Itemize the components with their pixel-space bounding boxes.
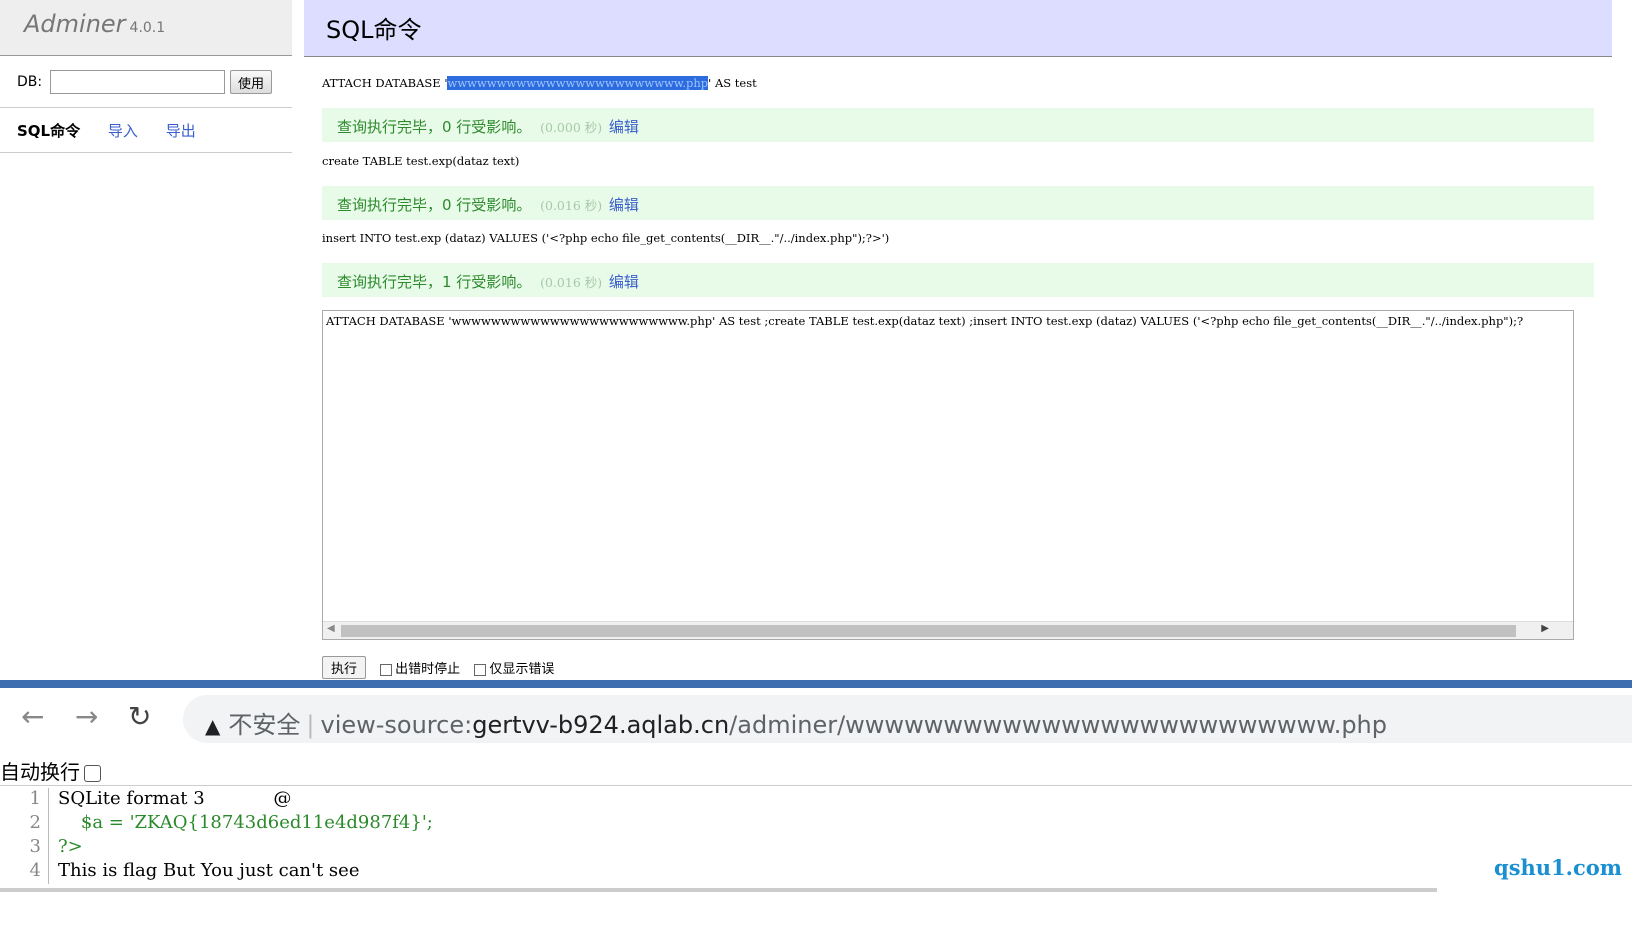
edit-link[interactable]: 编辑 [609, 196, 639, 214]
url-host: gertvv-b924.aqlab.cn [472, 711, 730, 739]
db-label: DB: [17, 74, 43, 90]
sql-editor[interactable]: ATTACH DATABASE 'wwwwwwwwwwwwwwwwwwwwwww… [322, 310, 1574, 640]
line-number: 1 [0, 788, 49, 812]
query-sql-text: ' AS test [708, 76, 757, 90]
line-number: 4 [0, 860, 49, 884]
link-sql-command[interactable]: SQL命令 [17, 122, 80, 140]
query-sql: insert INTO test.exp (dataz) VALUES ('<?… [322, 231, 889, 245]
reload-icon[interactable]: ↻ [128, 700, 151, 733]
address-bar[interactable]: ▲ 不安全 | view-source:gertvv-b924.aqlab.cn/ad… [183, 695, 1632, 743]
sql-editor-text[interactable]: ATTACH DATABASE 'wwwwwwwwwwwwwwwwwwwwwww… [326, 314, 1523, 328]
line-code: $a = 'ZKAQ{18743d6ed11e4d987f4}'; [58, 812, 433, 833]
query-sql: create TABLE test.exp(dataz text) [322, 154, 519, 168]
forward-arrow-icon[interactable]: → [75, 700, 98, 733]
result-time: (0.016 秒) [540, 275, 603, 290]
query-sql-text: create TABLE test.exp(dataz text) [322, 154, 520, 168]
execute-button[interactable]: 执行 [322, 656, 367, 679]
line-wrap-toggle: 自动换行 [0, 750, 1632, 786]
brand-logo[interactable]: Adminer [24, 10, 126, 38]
line-wrap-label: 自动换行 [0, 760, 80, 784]
watermark: qshu1.com [1494, 855, 1622, 880]
query-sql-text: ATTACH DATABASE ' [322, 76, 448, 90]
page-title: SQL命令 [304, 0, 1612, 57]
address-separator: | [306, 711, 315, 739]
line-code: This is flag But You just can't see [58, 860, 360, 881]
stop-on-error-checkbox[interactable] [380, 663, 393, 676]
source-view: 1 SQLite format 3 @ 2 $a = 'ZKAQ{18743d6… [0, 786, 1632, 892]
link-import[interactable]: 导入 [108, 122, 138, 140]
result-text: 查询执行完毕，0 行受影响。 [337, 118, 532, 136]
browser-window: ← → ↻ ▲ 不安全 | view-source:gertvv-b924.aqlab… [0, 688, 1632, 892]
editor-controls: 执行 出错时停止 仅显示错误 [322, 656, 554, 679]
line-number: 3 [0, 836, 49, 860]
adminer-brand[interactable]: Adminer 4.0.1 [0, 0, 292, 56]
use-button[interactable]: 使用 [230, 70, 273, 94]
source-line: 1 SQLite format 3 @ [0, 788, 1632, 812]
edit-link[interactable]: 编辑 [609, 273, 639, 291]
db-input[interactable] [49, 70, 225, 94]
result-text: 查询执行完毕，0 行受影响。 [337, 196, 532, 214]
adminer-sidebar: Adminer 4.0.1 DB: 使用 SQL命令 导入 导出 [0, 0, 292, 680]
query-result-message: 查询执行完毕，0 行受影响。 (0.000 秒) 编辑 [322, 108, 1594, 142]
sidebar-links: SQL命令 导入 导出 [0, 108, 292, 153]
screenshot-divider [0, 680, 1632, 688]
line-code: ?> [58, 836, 83, 857]
adminer-window: Adminer 4.0.1 DB: 使用 SQL命令 导入 导出 SQL命令 AT… [0, 0, 1632, 680]
query-sql-selection: wwwwwwwwwwwwwwwwwwwwwwww.php [447, 76, 709, 90]
query-sql: ATTACH DATABASE 'wwwwwwwwwwwwwwwwwwwwwww… [322, 76, 757, 90]
adminer-content: SQL命令 ATTACH DATABASE 'wwwwwwwwwwwwwwwww… [304, 0, 1612, 680]
source-line: 2 $a = 'ZKAQ{18743d6ed11e4d987f4}'; [0, 812, 1632, 836]
url-prefix: view-source: [320, 711, 473, 739]
horizontal-scrollbar[interactable]: ◀ ▶ [323, 621, 1573, 639]
result-time: (0.016 秒) [540, 198, 603, 213]
brand-version: 4.0.1 [129, 20, 166, 36]
source-line: 4 This is flag But You just can't see [0, 860, 1632, 884]
query-result-message: 查询执行完毕，0 行受影响。 (0.016 秒) 编辑 [322, 186, 1594, 220]
scrollbar-thumb[interactable] [341, 625, 1516, 637]
browser-toolbar: ← → ↻ ▲ 不安全 | view-source:gertvv-b924.aqlab… [0, 688, 1632, 750]
horizontal-scrollbar[interactable] [0, 888, 1437, 892]
back-arrow-icon[interactable]: ← [21, 700, 44, 733]
only-errors-checkbox[interactable] [474, 663, 487, 676]
line-wrap-checkbox[interactable] [84, 765, 101, 782]
db-selector: DB: 使用 [0, 56, 292, 108]
source-line: 3 ?> [0, 836, 1632, 860]
line-code: SQLite format 3 @ [58, 788, 292, 809]
link-export[interactable]: 导出 [166, 122, 196, 140]
scroll-left-icon[interactable]: ◀ [327, 623, 335, 634]
only-errors-label: 仅显示错误 [489, 662, 555, 677]
edit-link[interactable]: 编辑 [609, 118, 639, 136]
url-path: /adminer/wwwwwwwwwwwwwwwwwwwwwwwww.php [729, 711, 1388, 739]
result-time: (0.000 秒) [540, 120, 603, 135]
query-sql-text: insert INTO test.exp (dataz) VALUES ('<?… [322, 231, 890, 245]
query-result-message: 查询执行完毕，1 行受影响。 (0.016 秒) 编辑 [322, 263, 1594, 297]
stop-on-error-label: 出错时停止 [395, 662, 461, 677]
line-number: 2 [0, 812, 49, 836]
scroll-right-icon[interactable]: ▶ [1541, 623, 1549, 634]
warning-icon[interactable]: ▲ [205, 714, 220, 738]
result-text: 查询执行完毕，1 行受影响。 [337, 273, 532, 291]
security-label[interactable]: 不安全 [228, 711, 300, 739]
